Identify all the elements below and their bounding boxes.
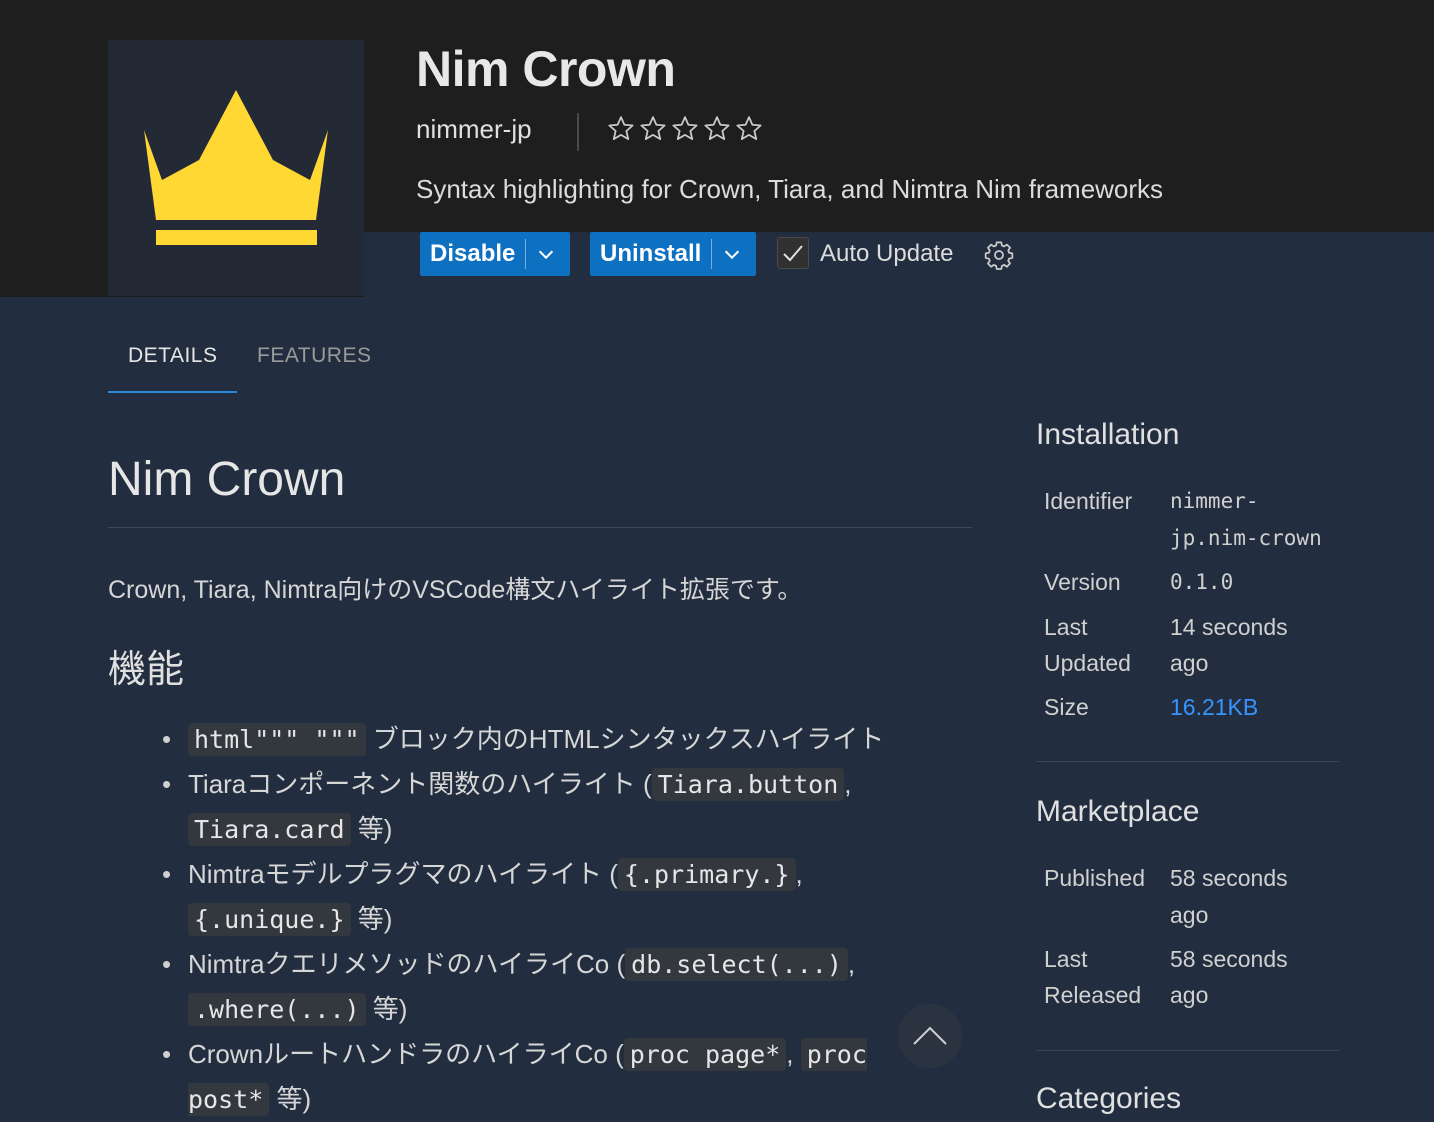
last-updated-value-line1: 14 seconds (1170, 614, 1288, 640)
list-item: NimtraクエリメソッドのハイライCo (db.select(...), .w… (160, 942, 890, 1032)
tab-details[interactable]: DETAILS (128, 344, 217, 368)
extension-title: Nim Crown (416, 41, 676, 97)
disable-dropdown-button[interactable] (526, 232, 566, 276)
star-outline-icon (640, 116, 666, 141)
scroll-to-top-button[interactable] (898, 1004, 962, 1068)
publisher-link[interactable]: nimmer-jp (416, 114, 532, 145)
list-item: CrownルートハンドラのハイライCo (proc page*, proc po… (160, 1032, 890, 1122)
disable-button-group: Disable (420, 232, 570, 276)
size-label: Size (1044, 694, 1089, 720)
list-item: Nimtraモデルプラグマのハイライト ({.primary.}, {.uniq… (160, 852, 890, 942)
version-label: Version (1044, 569, 1121, 595)
chevron-up-icon (913, 1026, 947, 1045)
uninstall-dropdown-button[interactable] (712, 232, 752, 276)
chevron-down-icon (539, 250, 554, 260)
publisher-separator (577, 113, 579, 151)
tab-features[interactable]: FEATURES (257, 344, 371, 368)
published-label: Published (1044, 865, 1146, 891)
size-link[interactable]: 16.21KB (1170, 689, 1258, 725)
last-updated-label-line2: Updated (1044, 650, 1131, 676)
identifier-value-line1: nimmer- (1170, 489, 1259, 513)
active-tab-indicator (108, 391, 237, 393)
code-snippet: proc page* (623, 1038, 787, 1071)
code-snippet: Tiara.card (188, 813, 351, 846)
disable-button[interactable]: Disable (420, 232, 525, 276)
uninstall-button-group: Uninstall (590, 232, 756, 276)
star-outline-icon (736, 116, 762, 141)
list-item: Tiaraコンポーネント関数のハイライト (Tiara.button, Tiar… (160, 762, 890, 852)
readme-title: Nim Crown (108, 453, 346, 506)
code-snippet: .where(...) (188, 993, 366, 1026)
published-value-line2: ago (1170, 902, 1209, 928)
marketplace-heading: Marketplace (1036, 795, 1200, 828)
code-snippet: Tiara.button (651, 768, 845, 801)
published-value-line1: 58 seconds (1170, 865, 1288, 891)
heading-divider (108, 527, 972, 528)
list-item: html""" """ ブロック内のHTMLシンタックスハイライト (160, 717, 890, 762)
code-snippet: {.unique.} (188, 903, 351, 936)
gear-icon (984, 241, 1014, 270)
features-heading: 機能 (108, 649, 185, 691)
last-updated-value-line2: ago (1170, 650, 1209, 676)
chevron-down-icon (725, 250, 740, 260)
feature-list: html""" """ ブロック内のHTMLシンタックスハイライト Tiaraコ… (160, 717, 890, 1122)
last-released-label-line2: Released (1044, 982, 1142, 1008)
extension-logo (108, 40, 364, 296)
checkmark-icon (783, 245, 803, 262)
last-released-value-line1: 58 seconds (1170, 946, 1288, 972)
auto-update-label[interactable]: Auto Update (820, 240, 953, 268)
readme-intro: Crown, Tiara, Nimtra向けのVSCode構文ハイライト拡張です… (108, 576, 803, 604)
last-released-value-line2: ago (1170, 982, 1209, 1008)
last-released-label-line1: Last (1044, 946, 1088, 972)
identifier-value-line2: jp.nim-crown (1170, 526, 1322, 550)
last-updated-label-line1: Last (1044, 614, 1088, 640)
star-outline-icon (608, 116, 634, 141)
auto-update-checkbox[interactable] (777, 237, 809, 269)
uninstall-button[interactable]: Uninstall (590, 232, 711, 276)
star-outline-icon (672, 116, 698, 141)
crown-icon (144, 90, 328, 245)
extension-description: Syntax highlighting for Crown, Tiara, an… (416, 174, 1164, 204)
star-outline-icon (704, 116, 730, 141)
version-value: 0.1.0 (1170, 570, 1234, 594)
sidebar-divider (1036, 1050, 1339, 1051)
settings-gear-button[interactable] (983, 239, 1015, 276)
categories-heading: Categories (1036, 1082, 1182, 1115)
code-snippet: html""" """ (188, 723, 366, 756)
code-snippet: db.select(...) (625, 948, 848, 981)
installation-heading: Installation (1036, 418, 1180, 451)
rating-stars[interactable] (606, 114, 764, 144)
identifier-label: Identifier (1044, 488, 1133, 514)
sidebar-divider (1036, 761, 1339, 762)
code-snippet: {.primary.} (617, 858, 796, 891)
